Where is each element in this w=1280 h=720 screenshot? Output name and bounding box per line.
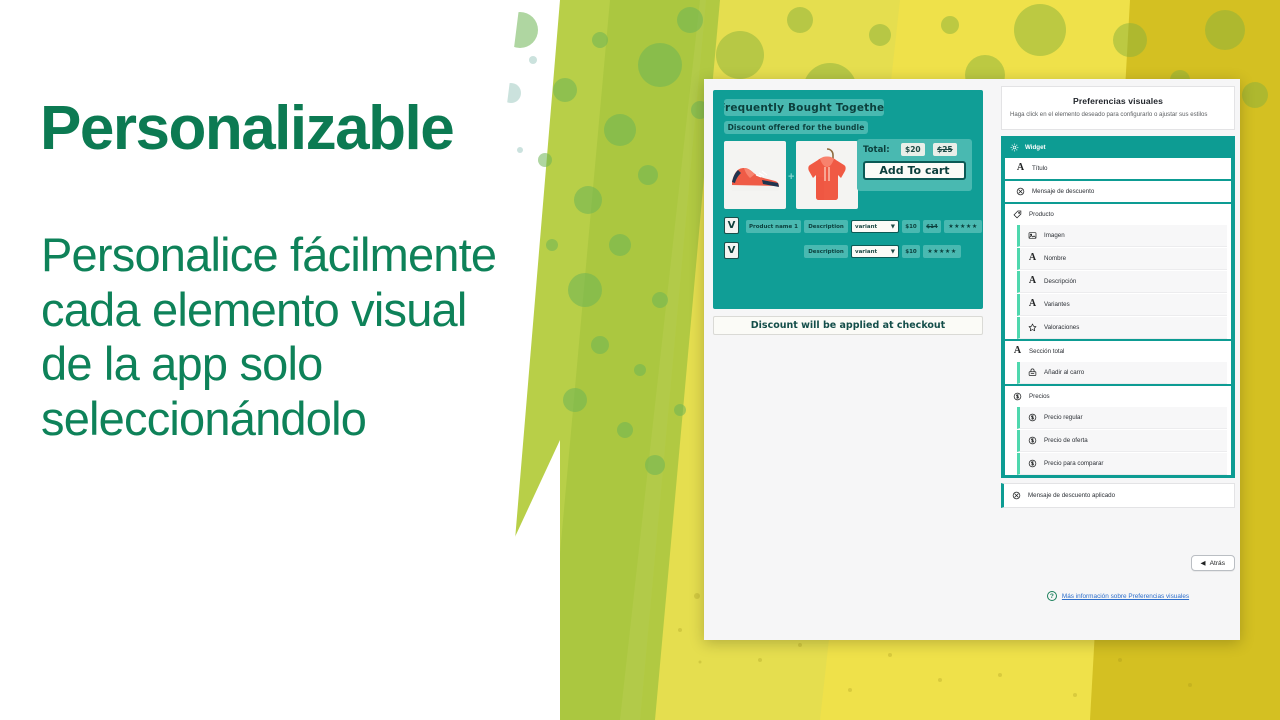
bundle-price[interactable]: $20 <box>901 143 925 156</box>
total-label: Total: <box>863 145 890 155</box>
question-icon: ? <box>1046 591 1057 601</box>
tree-item-label: Variantes <box>1044 300 1070 308</box>
page-subtitle: Personalice fácilmente cada elemento vis… <box>41 228 497 445</box>
product-description-2[interactable]: Description <box>804 245 848 258</box>
caret-left-icon: ◀ <box>1200 560 1206 567</box>
product-checkbox-1[interactable]: V <box>724 217 739 234</box>
tree-item-nombre[interactable]: A Nombre <box>1017 247 1227 270</box>
compare-price[interactable]: $25 <box>933 143 957 156</box>
tree-group-label: Widget <box>1025 143 1046 151</box>
tree-item-label: Mensaje de descuento aplicado <box>1028 491 1116 499</box>
product-price-1[interactable]: $10 <box>902 220 920 233</box>
product-price-2[interactable]: $10 <box>902 245 920 258</box>
chevron-down-icon: ▼ <box>890 248 895 255</box>
product-checkbox-2[interactable]: V <box>724 242 739 259</box>
variant-label-2: variant <box>855 248 878 255</box>
widget-discount-message[interactable]: Discount offered for the bundle <box>724 121 868 134</box>
page-title: Personalizable <box>40 94 455 163</box>
discount-icon <box>1015 186 1026 197</box>
tree-section-label: Sección total <box>1029 347 1065 355</box>
variant-label-1: variant <box>855 223 878 230</box>
product-name-1[interactable]: Product name 1 <box>746 220 801 233</box>
money-icon <box>1012 391 1023 402</box>
cart-button-icon <box>1027 367 1038 378</box>
product-image-1[interactable] <box>724 141 786 209</box>
tree-item-label: Precio regular <box>1044 413 1083 421</box>
product-variant-select-1[interactable]: variant ▼ <box>851 220 899 233</box>
visual-preferences-pane: Preferencias visuales Haga click en el e… <box>1001 86 1235 633</box>
product-compare-price-1[interactable]: $14 <box>923 220 941 233</box>
tree-item-precio-para-comparar[interactable]: Precio para comparar <box>1017 452 1227 475</box>
tree-group-widget[interactable]: Widget <box>1002 137 1234 158</box>
tree-item-titulo[interactable]: A Título <box>1005 157 1231 179</box>
text-icon: A <box>1013 345 1022 357</box>
hoodie-icon <box>808 148 846 200</box>
frequently-bought-together-widget[interactable]: Frequently Bought Together Discount offe… <box>713 90 983 309</box>
tree-section-header-precios[interactable]: Precios <box>1005 385 1231 407</box>
text-icon: A <box>1016 162 1025 174</box>
back-button[interactable]: ◀ Atrás <box>1190 555 1235 571</box>
tree-item-label: Imagen <box>1044 231 1065 239</box>
text-icon: A <box>1028 275 1037 287</box>
back-button-label: Atrás <box>1209 559 1225 567</box>
text-icon: A <box>1028 298 1037 310</box>
tree-item-label: Precio para comparar <box>1044 459 1104 467</box>
text-icon: A <box>1028 252 1037 264</box>
gear-icon <box>1009 142 1020 153</box>
product-variant-select-2[interactable]: variant ▼ <box>851 245 899 258</box>
tree-section-precios: Precios Precio regular Precio de oferta … <box>1005 385 1231 475</box>
tree-item-mensaje-descuento-aplicado[interactable]: Mensaje de descuento aplicado <box>1001 482 1235 508</box>
tree-item-variantes[interactable]: A Variantes <box>1017 293 1227 316</box>
money-icon <box>1027 435 1038 446</box>
element-tree: Widget A Título Mensaje de descuento Pro… <box>1001 135 1235 478</box>
applied-discount-message[interactable]: Discount will be applied at checkout <box>713 316 983 335</box>
product-image-2[interactable] <box>796 141 858 209</box>
tree-section-header-total[interactable]: A Sección total <box>1005 340 1231 362</box>
app-window: Frequently Bought Together Discount offe… <box>704 79 1240 640</box>
tree-item-label: Título <box>1032 164 1048 172</box>
tree-section-total: A Sección total Añadir al carro <box>1005 340 1231 384</box>
panel-header: Preferencias visuales Haga click en el e… <box>1001 86 1235 130</box>
chevron-down-icon: ▼ <box>890 223 895 230</box>
tree-item-label: Nombre <box>1044 254 1067 262</box>
product-rating-1[interactable]: ★★★★★ <box>944 220 982 233</box>
tree-section-producto: Producto Imagen A Nombre A Descripción A… <box>1005 203 1231 339</box>
panel-description: Haga click en el elemento deseado para c… <box>1010 111 1208 118</box>
tree-item-imagen[interactable]: Imagen <box>1017 224 1227 247</box>
widget-title[interactable]: Frequently Bought Together <box>724 99 884 116</box>
plus-separator: + <box>788 171 795 183</box>
tree-item-mensaje-descuento[interactable]: Mensaje de descuento <box>1005 180 1231 202</box>
tree-item-label: Mensaje de descuento <box>1032 187 1095 195</box>
tree-section-header-producto[interactable]: Producto <box>1005 203 1231 225</box>
tree-item-descripcion[interactable]: A Descripción <box>1017 270 1227 293</box>
product-rating-2[interactable]: ★★★★★ <box>923 245 961 258</box>
total-section[interactable]: Total: $20 $25 Add To cart <box>857 139 972 191</box>
product-description-1[interactable]: Description <box>804 220 848 233</box>
tree-item-precio-regular[interactable]: Precio regular <box>1017 406 1227 429</box>
panel-title: Preferencias visuales <box>1072 96 1163 106</box>
help-row: ? Más información sobre Preferencias vis… <box>1001 591 1235 601</box>
money-icon <box>1027 458 1038 469</box>
tree-item-label: Añadir al carro <box>1044 368 1085 376</box>
tree-section-label: Precios <box>1029 392 1050 400</box>
widget-preview-pane: Frequently Bought Together Discount offe… <box>709 86 985 338</box>
tree-item-valoraciones[interactable]: Valoraciones <box>1017 316 1227 339</box>
back-button-row: ◀ Atrás <box>1190 555 1235 571</box>
star-icon <box>1027 322 1038 333</box>
image-icon <box>1027 230 1038 241</box>
sneaker-icon <box>731 168 779 191</box>
help-link[interactable]: Más información sobre Preferencias visua… <box>1062 593 1189 600</box>
add-to-cart-button[interactable]: Add To cart <box>863 161 966 180</box>
tree-item-precio-de-oferta[interactable]: Precio de oferta <box>1017 429 1227 452</box>
tree-item-anadir-al-carro[interactable]: Añadir al carro <box>1017 361 1227 384</box>
tree-item-label: Valoraciones <box>1044 323 1080 331</box>
tag-icon <box>1012 209 1023 220</box>
slide-canvas: Personalizable Personalice fácilmente ca… <box>0 0 1280 720</box>
discount-icon <box>1011 490 1022 501</box>
money-icon <box>1027 412 1038 423</box>
tree-item-label: Descripción <box>1044 277 1077 285</box>
tree-item-label: Precio de oferta <box>1044 436 1088 444</box>
tree-section-label: Producto <box>1029 210 1054 218</box>
